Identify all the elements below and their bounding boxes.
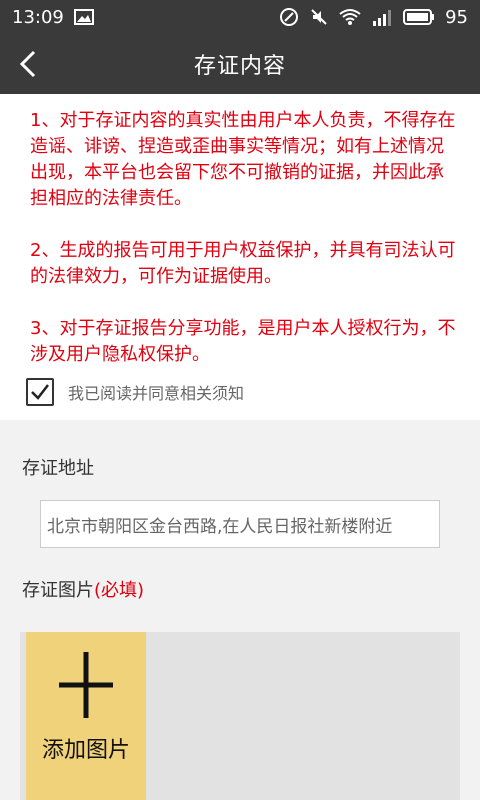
plus-icon [59, 652, 113, 718]
required-marker: (必填) [94, 580, 145, 601]
status-bar: 13:09 95 [0, 0, 480, 34]
battery-icon [403, 8, 435, 26]
mute-icon [309, 7, 329, 27]
notice-item-2: 2、生成的报告可用于用户权益保护，并具有司法认可的法律效力，可作为证据使用。 [30, 240, 456, 287]
notice-item-3: 3、对于存证报告分享功能，是用户本人授权行为，不涉及用户隐私权保护。 [30, 318, 456, 365]
page-title: 存证内容 [193, 54, 286, 79]
address-label: 存证地址 [22, 458, 94, 479]
images-label-text: 存证图片 [22, 580, 94, 601]
notice-item-1: 1、对于存证内容的真实性由用户本人负责，不得存在造谣、诽谤、捏造或歪曲事实等情况… [30, 110, 456, 209]
signal-3g-icon [371, 7, 393, 27]
agree-label: 我已阅读并同意相关须知 [68, 384, 245, 403]
back-button[interactable] [12, 46, 48, 82]
agree-checkbox[interactable] [26, 378, 54, 406]
images-label: 存证图片(必填) [22, 576, 144, 602]
image-icon [73, 9, 94, 25]
chevron-left-icon [19, 50, 36, 78]
battery-level: 95 [445, 6, 468, 28]
agree-row[interactable]: 我已阅读并同意相关须知 [26, 376, 244, 408]
nfc-icon [279, 7, 299, 27]
checkmark-icon [31, 384, 49, 400]
add-image-label: 添加图片 [41, 738, 130, 763]
wifi-icon [339, 8, 361, 26]
notice-panel: 1、对于存证内容的真实性由用户本人负责，不得存在造谣、诽谤、捏造或歪曲事实等情况… [0, 94, 480, 420]
status-time: 13:09 [12, 6, 64, 28]
add-image-button[interactable]: 添加图片 [26, 632, 146, 800]
address-field[interactable]: 北京市朝阳区金台西路,在人民日报社新楼附近 [40, 500, 440, 548]
header-bar: 存证内容 [0, 34, 480, 94]
